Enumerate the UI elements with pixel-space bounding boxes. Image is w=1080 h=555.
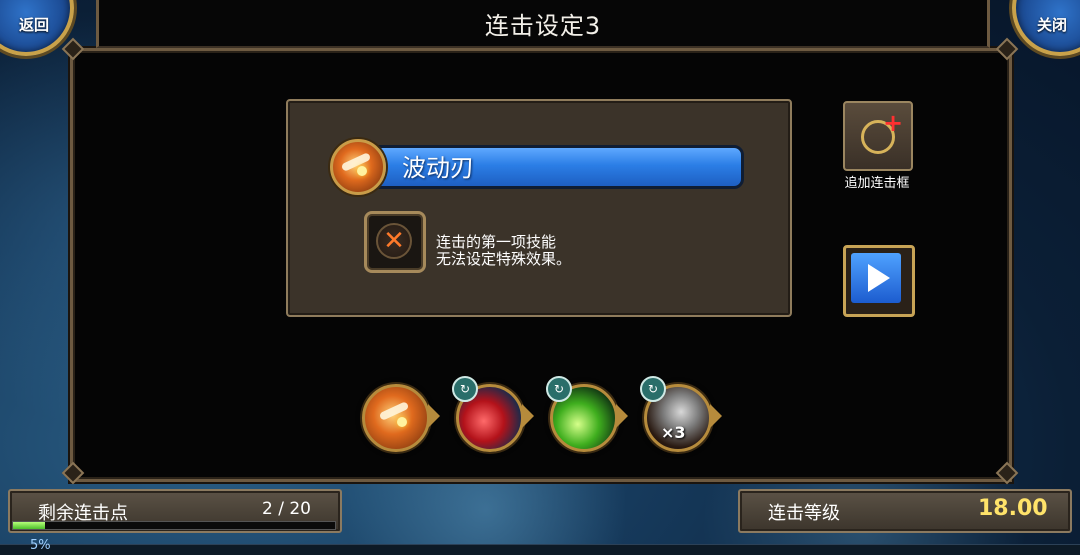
combo-level-panel: 连击等级 18.00 [738, 489, 1072, 533]
wave-blade-skill-icon [330, 139, 386, 195]
skill-settings-card [286, 99, 792, 317]
corner-ornament [994, 36, 1020, 62]
chain-arrow-icon [428, 404, 440, 428]
info-line-1: 连击的第一项技能 [436, 233, 557, 251]
disabled-slot-frame: ✕ [376, 223, 412, 259]
corner-ornament [60, 460, 86, 486]
back-button-label: 返回 [18, 16, 49, 34]
close-x-icon: ✕ [383, 226, 405, 256]
corner-ornament [994, 460, 1020, 486]
skill-name: 波动刃 [402, 154, 474, 182]
remaining-points-progress [12, 521, 336, 530]
chain-item-triple-slash[interactable]: ×3 ↻ [640, 376, 722, 452]
remaining-points-value: 2 / 20 [262, 499, 311, 519]
chain-arrow-icon [616, 404, 628, 428]
info-line-2: 无法设定特殊效果。 [436, 250, 572, 268]
play-icon [868, 264, 890, 292]
next-play-button[interactable] [843, 245, 915, 317]
title-bar: 连击设定3 [96, 0, 990, 48]
spark-icon [397, 417, 407, 427]
info-text: 连击的第一项技能 无法设定特殊效果。 [436, 234, 571, 268]
wave-blade-chain-icon [362, 384, 430, 452]
link-badge-icon: ↻ [452, 376, 478, 402]
bottom-exp-strip [0, 544, 1080, 555]
page-title: 连击设定3 [484, 12, 602, 40]
combo-level-label: 连击等级 [768, 503, 840, 524]
spark-icon [357, 166, 367, 176]
add-combo-frame-button[interactable]: + [843, 101, 913, 171]
chain-arrow-icon [710, 404, 722, 428]
exp-percent: 5% [30, 538, 51, 553]
close-button-label: 关闭 [1036, 16, 1067, 34]
plus-icon: + [883, 109, 904, 137]
link-badge-icon: ↻ [546, 376, 572, 402]
play-button-face [851, 253, 901, 303]
chain-item-green-slash[interactable]: ↻ [546, 376, 628, 452]
special-effect-slot[interactable]: ✕ [364, 211, 426, 273]
chain-item-wave-blade[interactable] [362, 384, 440, 452]
link-badge-icon: ↻ [640, 376, 666, 402]
progress-fill [13, 522, 46, 529]
multiplier-label: ×3 [661, 423, 686, 442]
chain-arrow-icon [522, 404, 534, 428]
chain-item-red-slash[interactable]: ↻ [452, 376, 534, 452]
add-combo-frame-label: 追加连击框 [844, 176, 910, 191]
corner-ornament [60, 36, 86, 62]
combo-level-value: 18.00 [978, 496, 1048, 521]
